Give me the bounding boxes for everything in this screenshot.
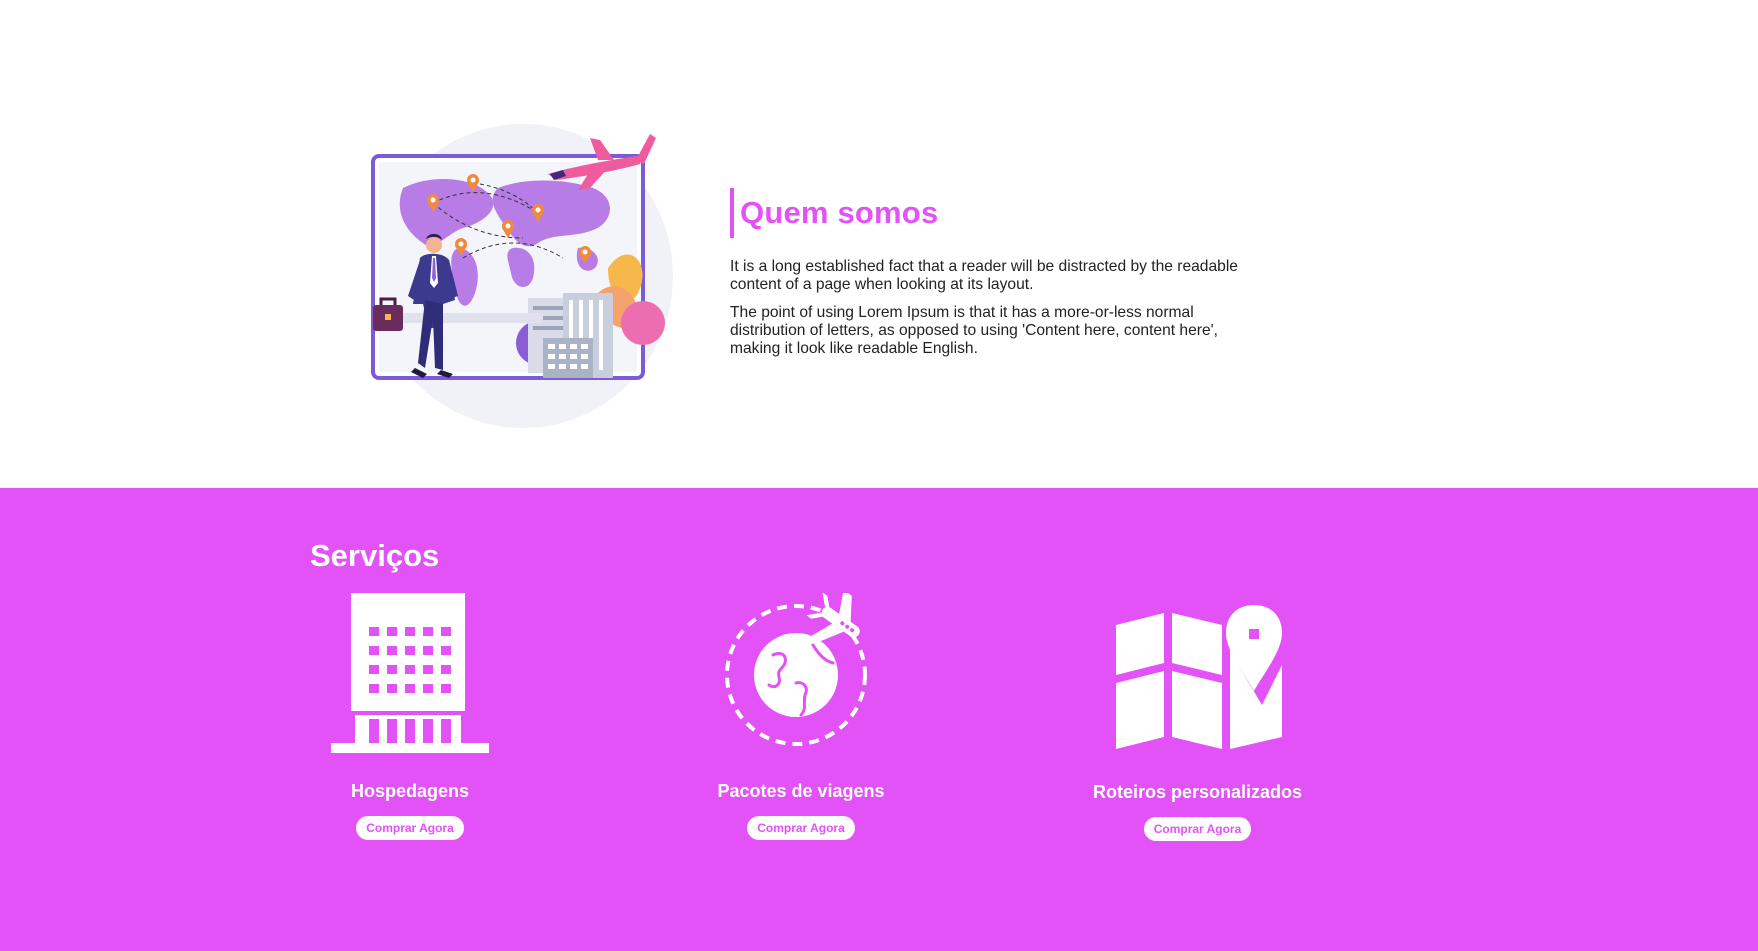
- service-card-pacotes: Pacotes de viagens Comprar Agora: [701, 593, 901, 840]
- about-heading-row: Quem somos: [730, 188, 1250, 238]
- about-paragraph-1: It is a long established fact that a rea…: [730, 258, 1238, 293]
- about-paragraph-2: The point of using Lorem Ipsum is that i…: [730, 304, 1218, 357]
- service-card-hospedagens: Hospedagens Comprar Agora: [310, 593, 510, 840]
- about-text-block: Quem somos It is a long established fact…: [730, 188, 1250, 358]
- globe-plane-icon: [725, 593, 867, 746]
- map-pin-icon: [1115, 605, 1282, 749]
- service-title-pacotes: Pacotes de viagens: [717, 781, 885, 801]
- buy-now-button-roteiros[interactable]: Comprar Agora: [1143, 817, 1252, 841]
- travel-illustration: [371, 124, 673, 428]
- buy-now-button-pacotes[interactable]: Comprar Agora: [747, 816, 855, 840]
- about-section: Quem somos It is a long established fact…: [0, 0, 1758, 488]
- about-title: Quem somos: [740, 195, 939, 230]
- service-title-hospedagens: Hospedagens: [350, 781, 470, 801]
- service-title-roteiros: Roteiros personalizados: [1092, 782, 1303, 802]
- buy-now-button-hospedagens[interactable]: Comprar Agora: [356, 816, 464, 840]
- hotel-building-icon: [331, 593, 489, 753]
- services-section: Serviços Hospedagens Comprar Agora Pacot…: [0, 488, 1758, 951]
- heading-accent-bar: [730, 188, 734, 238]
- services-title: Serviços: [310, 538, 440, 573]
- service-card-roteiros: Roteiros personalizados Comprar Agora: [1080, 593, 1315, 841]
